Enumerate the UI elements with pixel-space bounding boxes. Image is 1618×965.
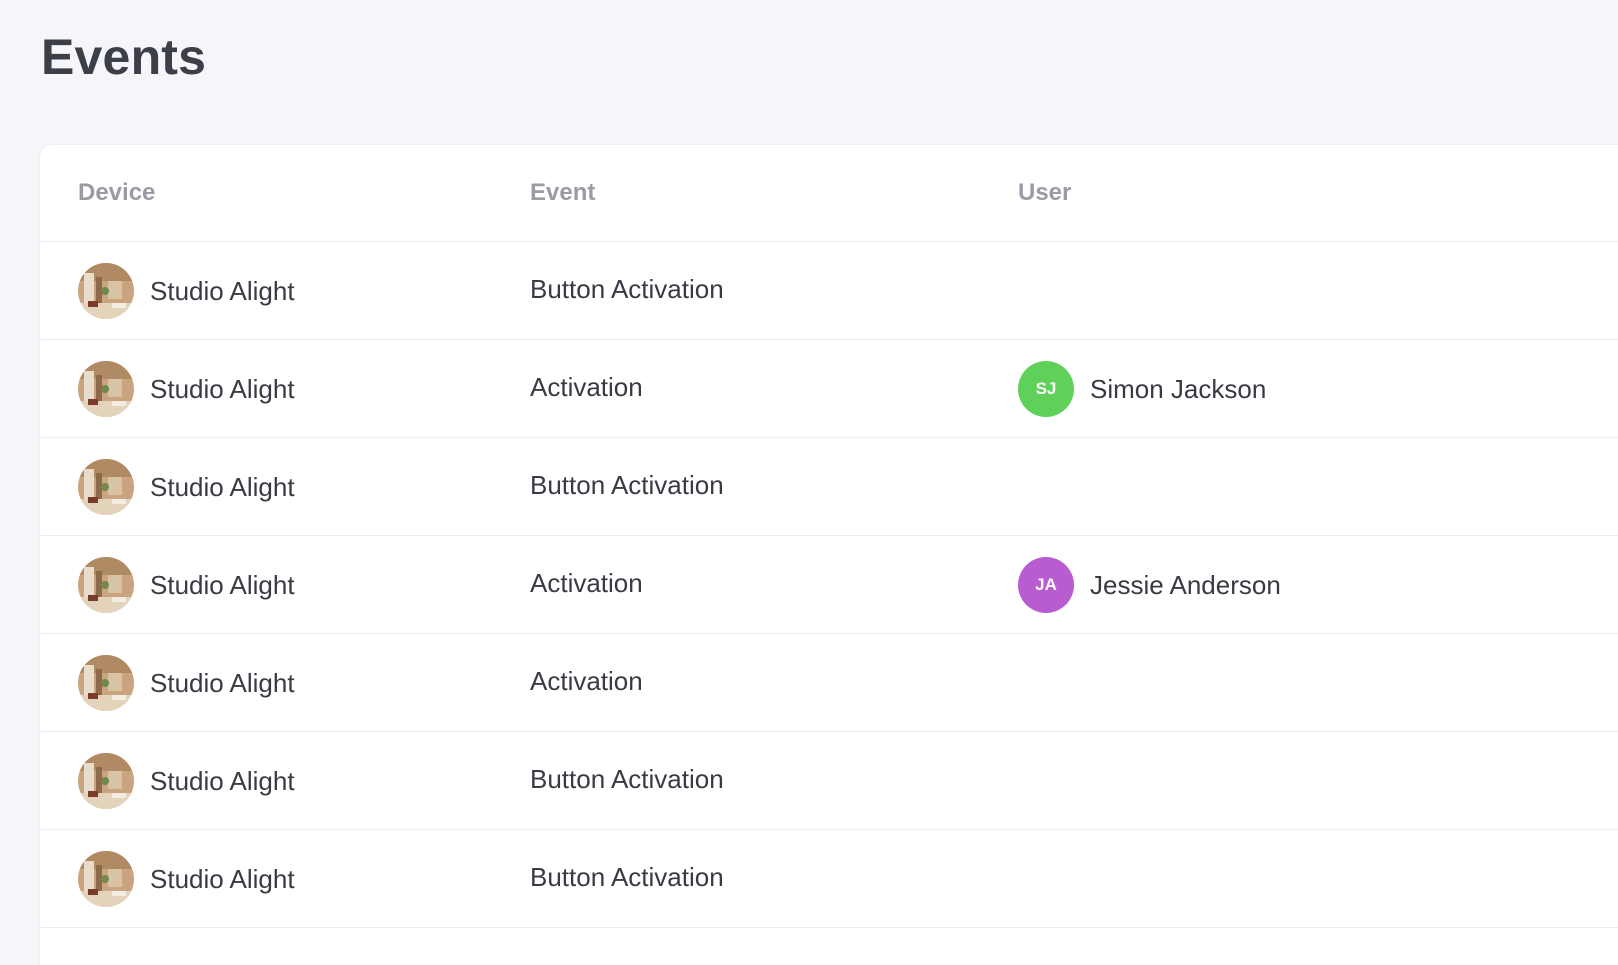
- device-cell[interactable]: Studio Alight: [78, 361, 295, 417]
- table-row[interactable]: Studio Alight Button Activation: [40, 438, 1618, 536]
- device-name[interactable]: Studio Alight: [150, 668, 295, 699]
- device-thumbnail-icon: [78, 557, 134, 613]
- device-cell[interactable]: Studio Alight: [78, 753, 295, 809]
- table-row[interactable]: Studio Alight Button Activation: [40, 830, 1618, 928]
- device-cell[interactable]: Studio Alight: [78, 263, 295, 319]
- events-table: Device Event User Studio Alight Button Ac…: [40, 145, 1618, 965]
- device-thumbnail-icon: [78, 263, 134, 319]
- device-thumbnail-icon: [78, 753, 134, 809]
- column-header-device[interactable]: Device: [78, 179, 155, 207]
- user-name[interactable]: Jessie Anderson: [1090, 570, 1281, 601]
- device-name[interactable]: Studio Alight: [150, 570, 295, 601]
- user-name[interactable]: Simon Jackson: [1090, 374, 1266, 405]
- user-avatar: SJ: [1018, 361, 1074, 417]
- user-cell[interactable]: SJ Simon Jackson: [1018, 361, 1266, 417]
- table-row[interactable]: Studio Alight Activation: [40, 634, 1618, 732]
- device-thumbnail-icon: [78, 361, 134, 417]
- event-name: Button Activation: [530, 470, 724, 500]
- table-row[interactable]: Studio Alight Button Activation: [40, 732, 1618, 830]
- column-header-event[interactable]: Event: [530, 179, 595, 207]
- event-name: Button Activation: [530, 274, 724, 304]
- device-thumbnail-icon: [78, 655, 134, 711]
- device-name[interactable]: Studio Alight: [150, 374, 295, 405]
- device-cell[interactable]: Studio Alight: [78, 557, 295, 613]
- device-cell[interactable]: Studio Alight: [78, 851, 295, 907]
- event-name: Activation: [530, 372, 643, 402]
- device-thumbnail-icon: [78, 851, 134, 907]
- table-row[interactable]: Studio Alight Activation SJ Simon Jackson: [40, 340, 1618, 438]
- event-name: Activation: [530, 568, 643, 598]
- table-row[interactable]: Studio Alight Activation JA Jessie Anderson: [40, 536, 1618, 634]
- device-name[interactable]: Studio Alight: [150, 766, 295, 797]
- device-thumbnail-icon: [78, 459, 134, 515]
- table-header: Device Event User: [40, 145, 1618, 242]
- device-name[interactable]: Studio Alight: [150, 472, 295, 503]
- event-name: Button Activation: [530, 764, 724, 794]
- user-avatar: JA: [1018, 557, 1074, 613]
- table-body: Studio Alight Button Activation Studio Al…: [40, 242, 1618, 928]
- device-name[interactable]: Studio Alight: [150, 864, 295, 895]
- device-name[interactable]: Studio Alight: [150, 276, 295, 307]
- page-title: Events: [41, 29, 207, 85]
- device-cell[interactable]: Studio Alight: [78, 459, 295, 515]
- event-name: Button Activation: [530, 862, 724, 892]
- table-row[interactable]: Studio Alight Button Activation: [40, 242, 1618, 340]
- column-header-user[interactable]: User: [1018, 179, 1071, 207]
- event-name: Activation: [530, 666, 643, 696]
- device-cell[interactable]: Studio Alight: [78, 655, 295, 711]
- user-cell[interactable]: JA Jessie Anderson: [1018, 557, 1281, 613]
